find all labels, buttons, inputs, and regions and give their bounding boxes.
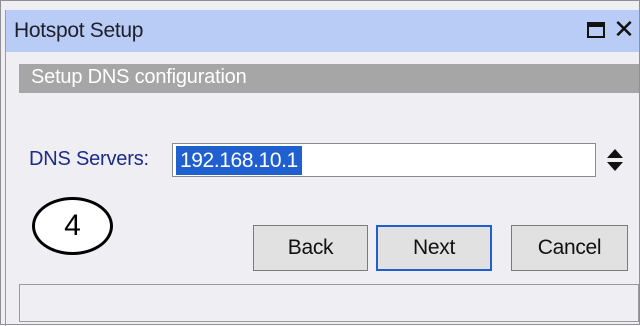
step-header: Setup DNS configuration bbox=[19, 64, 639, 93]
close-button[interactable]: ✕ bbox=[611, 14, 637, 44]
up-down-stepper-icon[interactable] bbox=[602, 146, 628, 174]
maximize-button[interactable] bbox=[583, 17, 609, 43]
hotspot-setup-window: Hotspot Setup ✕ Setup DNS configuration … bbox=[0, 0, 640, 326]
step-header-text: Setup DNS configuration bbox=[31, 66, 247, 88]
back-button[interactable]: Back bbox=[253, 225, 368, 271]
next-button[interactable]: Next bbox=[376, 225, 492, 271]
dns-servers-value[interactable]: 192.168.10.1 bbox=[176, 146, 302, 175]
status-bar bbox=[19, 284, 639, 322]
dns-servers-label: DNS Servers: bbox=[29, 148, 149, 170]
close-icon: ✕ bbox=[613, 14, 635, 44]
maximize-icon bbox=[587, 22, 605, 38]
title-bar[interactable]: Hotspot Setup ✕ bbox=[6, 10, 639, 52]
dns-servers-input[interactable]: 192.168.10.1 bbox=[172, 143, 596, 177]
window-left-edge bbox=[5, 10, 6, 326]
step-number-badge: 4 bbox=[32, 197, 113, 255]
cancel-button[interactable]: Cancel bbox=[511, 225, 628, 271]
window-title: Hotspot Setup bbox=[14, 19, 144, 42]
